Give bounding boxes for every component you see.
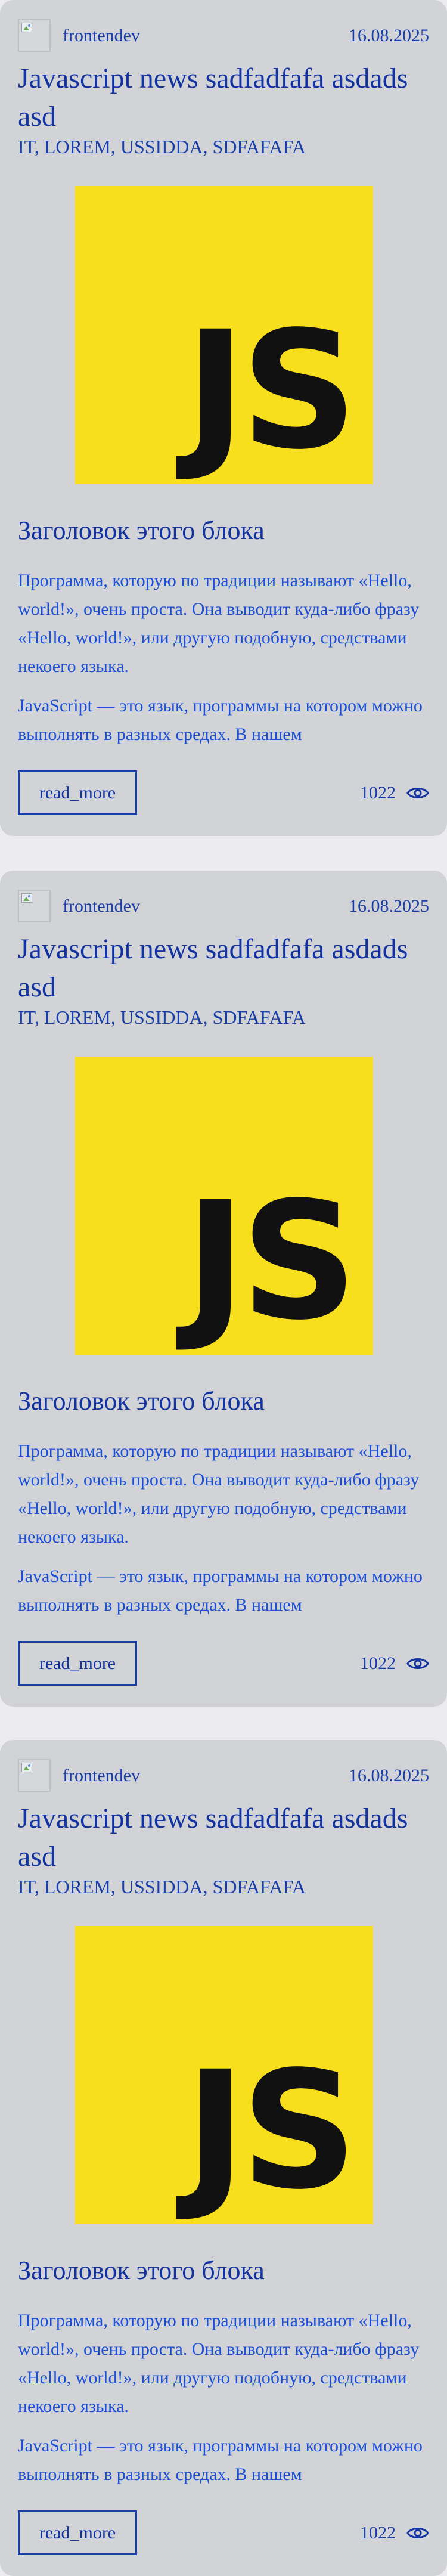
card-header: frontendev 16.08.2025 bbox=[18, 890, 429, 922]
post-tags: IT, LOREM, USSIDDA, SDFAFAFA bbox=[18, 1007, 306, 1028]
card-footer: read_more 1022 bbox=[18, 770, 429, 815]
post-paragraph: Программа, которую по традиции называют … bbox=[18, 571, 420, 676]
post-tags: IT, LOREM, USSIDDA, SDFAFAFA bbox=[18, 136, 306, 157]
views-counter: 1022 bbox=[360, 2523, 429, 2543]
post-tags: IT, LOREM, USSIDDA, SDFAFAFA bbox=[18, 1876, 306, 1897]
block-heading: Заголовок этого блока bbox=[18, 1386, 265, 1416]
read-more-button[interactable]: read_more bbox=[18, 770, 137, 815]
news-card: frontendev 16.08.2025 Javascript news sa… bbox=[0, 871, 447, 1707]
post-paragraph: JavaScript — это язык, программы на кото… bbox=[18, 2436, 423, 2484]
views-count: 1022 bbox=[360, 2522, 396, 2543]
post-paragraph: JavaScript — это язык, программы на кото… bbox=[18, 696, 423, 744]
views-counter: 1022 bbox=[360, 783, 429, 803]
post-title[interactable]: Javascript news sadfadfafa asdads asd bbox=[18, 930, 429, 1007]
read-more-button[interactable]: read_more bbox=[18, 1641, 137, 1686]
eye-icon bbox=[406, 787, 429, 798]
broken-image-icon bbox=[21, 23, 32, 32]
js-logo-text: JS bbox=[185, 1168, 358, 1355]
broken-image-icon bbox=[21, 893, 32, 903]
eye-icon bbox=[406, 1658, 429, 1669]
js-logo-text: JS bbox=[185, 2037, 358, 2224]
broken-image-icon bbox=[21, 1763, 32, 1772]
card-footer: read_more 1022 bbox=[18, 2510, 429, 2555]
author-link[interactable]: frontendev bbox=[63, 26, 140, 46]
views-counter: 1022 bbox=[360, 1654, 429, 1674]
read-more-button[interactable]: read_more bbox=[18, 2510, 137, 2555]
views-count: 1022 bbox=[360, 1653, 396, 1673]
post-date: 16.08.2025 bbox=[349, 896, 429, 916]
eye-icon bbox=[406, 2527, 429, 2538]
block-heading: Заголовок этого блока bbox=[18, 516, 265, 545]
card-footer: read_more 1022 bbox=[18, 1641, 429, 1686]
js-logo-image: JS bbox=[75, 186, 373, 484]
post-paragraph: Программа, которую по традиции называют … bbox=[18, 1441, 420, 1547]
block-heading: Заголовок этого блока bbox=[18, 2256, 265, 2285]
news-card: frontendev 16.08.2025 Javascript news sa… bbox=[0, 1740, 447, 2576]
post-paragraph: JavaScript — это язык, программы на кото… bbox=[18, 1566, 423, 1615]
avatar[interactable] bbox=[18, 1759, 51, 1792]
js-logo-image: JS bbox=[75, 1057, 373, 1355]
news-card: frontendev 16.08.2025 Javascript news sa… bbox=[0, 0, 447, 836]
news-feed: frontendev 16.08.2025 Javascript news sa… bbox=[0, 0, 447, 2576]
author-link[interactable]: frontendev bbox=[63, 896, 140, 917]
card-header: frontendev 16.08.2025 bbox=[18, 19, 429, 52]
post-title[interactable]: Javascript news sadfadfafa asdads asd bbox=[18, 1800, 429, 1876]
post-date: 16.08.2025 bbox=[349, 25, 429, 45]
views-count: 1022 bbox=[360, 782, 396, 803]
post-paragraph: Программа, которую по традиции называют … bbox=[18, 2311, 420, 2416]
post-date: 16.08.2025 bbox=[349, 1765, 429, 1785]
js-logo-image: JS bbox=[75, 1926, 373, 2224]
js-logo-text: JS bbox=[185, 297, 358, 484]
avatar[interactable] bbox=[18, 890, 51, 922]
post-title[interactable]: Javascript news sadfadfafa asdads asd bbox=[18, 60, 429, 136]
author-link[interactable]: frontendev bbox=[63, 1766, 140, 1786]
avatar[interactable] bbox=[18, 19, 51, 52]
card-header: frontendev 16.08.2025 bbox=[18, 1759, 429, 1792]
